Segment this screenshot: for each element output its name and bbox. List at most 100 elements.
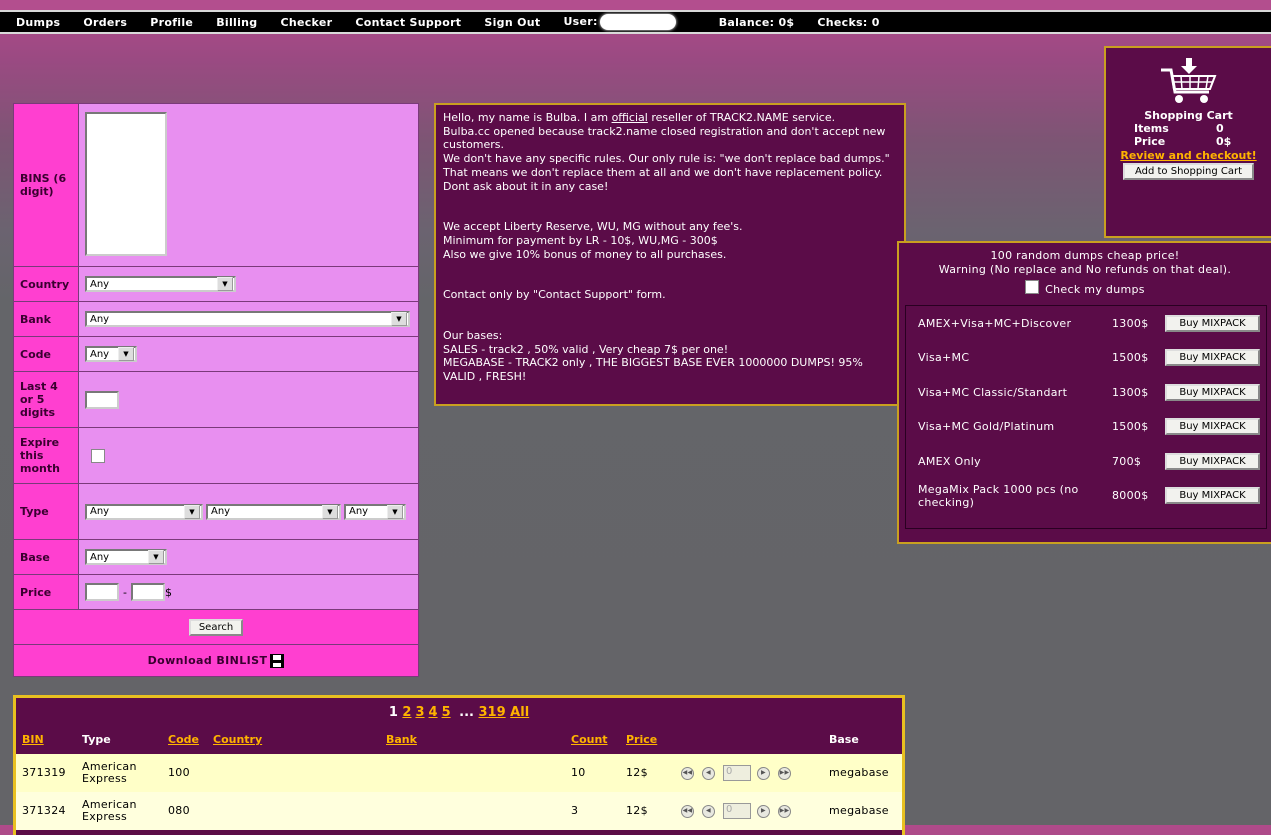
pagination: 1 2345 ... 319 All (16, 705, 902, 720)
results-header: BIN Type Code Country Bank Count Price B… (16, 733, 902, 751)
prev-icon[interactable]: ◀ (702, 766, 715, 780)
cell-bin: 371319 (22, 766, 66, 779)
page-link[interactable]: 2 (402, 705, 411, 720)
info-intro: Hello, my name is Bulba. I am (443, 111, 612, 124)
top-nav: Dumps Orders Profile Billing Checker Con… (0, 10, 1271, 34)
table-row: 371324 American Express 080 3 12$ ◀◀ ◀ 0 ▶ ▶▶ mega… (16, 792, 902, 830)
chevron-down-icon: ▼ (118, 347, 134, 361)
page-link[interactable]: 4 (429, 705, 438, 720)
bank-row: Bank Any ▼ (14, 302, 418, 337)
prev-icon[interactable]: ◀ (702, 804, 715, 818)
type-select-2[interactable]: Any ▼ (206, 503, 341, 520)
check-my-dumps-row: Check my dumps (899, 280, 1271, 297)
nav-dumps[interactable]: Dumps (16, 16, 60, 29)
mixpack-name: Visa+MC (918, 351, 970, 365)
mixpack-price: 1500$ (1112, 420, 1149, 434)
type-select-1-value: Any (90, 506, 110, 517)
info-official: official (611, 111, 648, 124)
buy-mixpack-button[interactable]: Buy MIXPACK (1165, 314, 1260, 332)
mixpack-price: 8000$ (1112, 489, 1149, 503)
price-min-input[interactable] (85, 583, 119, 601)
header-bank[interactable]: Bank (386, 733, 417, 746)
mixpack-price: 1300$ (1112, 385, 1149, 399)
mixpack-row: MegaMix Pack 1000 pcs (no checking) 8000$… (906, 479, 1266, 514)
page-last[interactable]: 319 (479, 705, 506, 720)
next-icon[interactable]: ▶ (757, 766, 770, 780)
quantity-input[interactable]: 0 (723, 765, 751, 781)
quantity-input[interactable]: 0 (723, 803, 751, 819)
buy-mixpack-button[interactable]: Buy MIXPACK (1165, 383, 1260, 401)
first-icon[interactable]: ◀◀ (681, 766, 694, 780)
type-select-3[interactable]: Any ▼ (344, 503, 406, 520)
mixpack-price: 700$ (1112, 454, 1142, 468)
next-icon[interactable]: ▶ (757, 804, 770, 818)
cart-items-value: 0 (1216, 122, 1224, 135)
base-select[interactable]: Any ▼ (85, 549, 167, 565)
shopping-cart-icon (1160, 58, 1216, 103)
page-all[interactable]: All (510, 705, 529, 720)
buy-mixpack-button[interactable]: Buy MIXPACK (1165, 418, 1260, 436)
cell-type: American Express (82, 798, 137, 823)
buy-mixpack-button[interactable]: Buy MIXPACK (1165, 487, 1260, 505)
base-row: Base Any ▼ (14, 540, 418, 575)
code-select[interactable]: Any ▼ (85, 346, 137, 362)
cell-count: 10 (571, 766, 586, 779)
cell-type: American Express (82, 760, 137, 785)
mixpack-name: Visa+MC Classic/Standart (918, 385, 1068, 399)
last-icon[interactable]: ▶▶ (778, 766, 791, 780)
header-price[interactable]: Price (626, 733, 657, 746)
nav-contact-support[interactable]: Contact Support (355, 16, 461, 29)
search-button[interactable]: Search (188, 618, 244, 636)
nav-sign-out[interactable]: Sign Out (484, 16, 540, 29)
chevron-down-icon: ▼ (148, 550, 164, 564)
search-form: BINS (6 digit) Country Any ▼ Bank Any ▼ Co… (13, 103, 419, 677)
user-label-text: User: (563, 15, 598, 28)
first-icon[interactable]: ◀◀ (681, 804, 694, 818)
price-unit: $ (164, 585, 172, 599)
expire-row: Expire this month (14, 428, 418, 484)
bank-select[interactable]: Any ▼ (85, 311, 410, 327)
type-select-1[interactable]: Any ▼ (85, 503, 203, 520)
price-max-input[interactable] (130, 583, 165, 601)
check-my-dumps-checkbox[interactable] (1025, 280, 1040, 294)
cell-code: 080 (168, 804, 190, 817)
nav-checker[interactable]: Checker (280, 16, 332, 29)
download-binlist-link[interactable]: Download BINLIST (148, 653, 285, 668)
last4-row: Last 4 or 5 digits (14, 372, 418, 428)
info-paragraph-1: Hello, my name is Bulba. I am official r… (443, 111, 897, 193)
add-to-cart-button[interactable]: Add to Shopping Cart (1122, 163, 1255, 180)
review-checkout-link[interactable]: Review and checkout! (1106, 149, 1271, 162)
nav-billing[interactable]: Billing (216, 16, 257, 29)
code-row: Code Any ▼ (14, 337, 418, 372)
cart-price-value: 0$ (1216, 135, 1232, 148)
chevron-down-icon: ▼ (322, 504, 338, 519)
page-link[interactable]: 5 (442, 705, 451, 720)
header-country[interactable]: Country (213, 733, 262, 746)
shopping-cart-panel: Shopping Cart Items 0 Price 0$ Review and … (1104, 46, 1271, 238)
header-bin[interactable]: BIN (22, 733, 44, 746)
header-count[interactable]: Count (571, 733, 608, 746)
info-panel: Hello, my name is Bulba. I am official r… (434, 103, 906, 406)
search-button-row: Search (14, 610, 418, 645)
buy-mixpack-button[interactable]: Buy MIXPACK (1165, 349, 1260, 367)
mixpack-row: Visa+MC Classic/Standart 1300$ Buy MIXPACK (906, 375, 1266, 410)
chevron-down-icon: ▼ (391, 312, 407, 326)
type-select-3-value: Any (349, 506, 369, 517)
bins-textarea[interactable] (85, 112, 167, 256)
nav-orders[interactable]: Orders (83, 16, 127, 29)
buy-mixpack-button[interactable]: Buy MIXPACK (1165, 452, 1260, 470)
nav-profile[interactable]: Profile (150, 16, 193, 29)
last4-input[interactable] (85, 390, 119, 409)
header-code[interactable]: Code (168, 733, 199, 746)
expire-checkbox[interactable] (91, 448, 105, 463)
base-select-value: Any (90, 551, 110, 563)
bins-row: BINS (6 digit) (14, 104, 418, 267)
cart-price-label: Price (1134, 135, 1166, 148)
cell-count: 3 (571, 804, 579, 817)
cart-price: Price 0$ (1106, 135, 1271, 148)
country-label: Country (14, 267, 79, 301)
country-select[interactable]: Any ▼ (85, 276, 236, 292)
info-paragraph-4: Our bases: SALES - track2 , 50% valid , … (443, 329, 863, 384)
last-icon[interactable]: ▶▶ (778, 804, 791, 818)
page-link[interactable]: 3 (415, 705, 424, 720)
